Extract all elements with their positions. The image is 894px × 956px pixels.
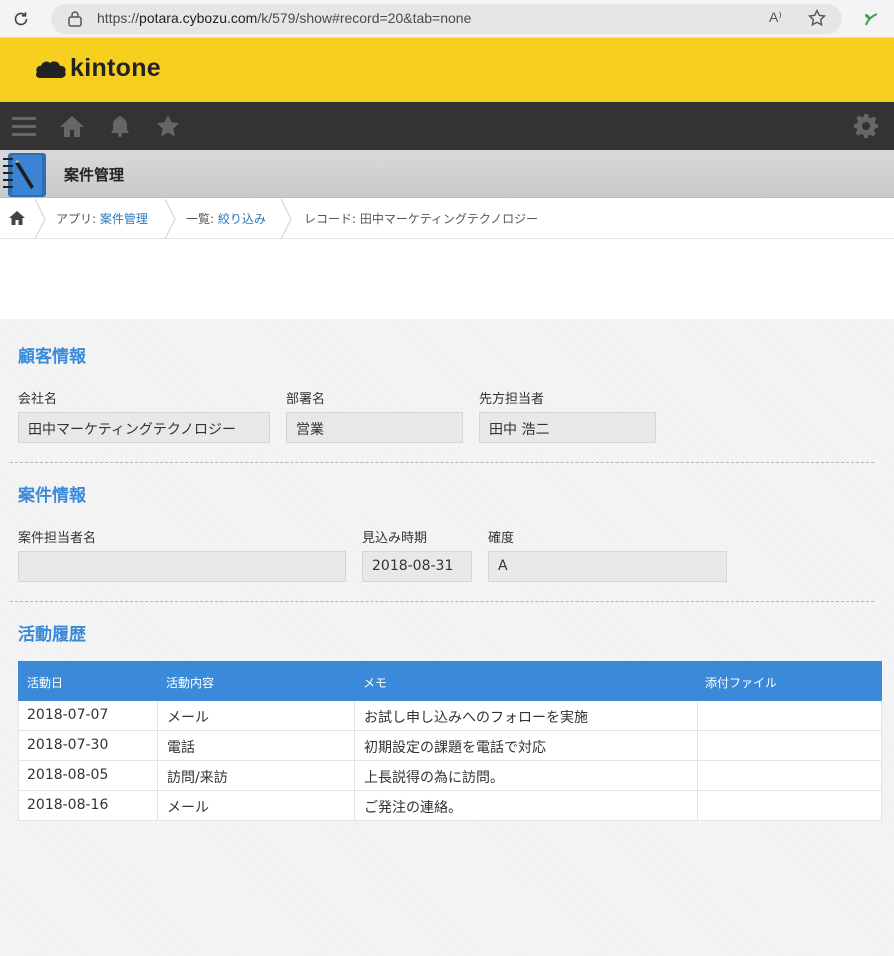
kintone-header: kintone [0, 38, 894, 102]
cell-memo: ご発注の連絡。 [364, 800, 462, 816]
breadcrumb-record: レコード: 田中マーケティングテクノロジー [304, 212, 539, 226]
breadcrumb-list-link[interactable]: 絞り込み [218, 212, 266, 226]
breadcrumb: アプリ: 案件管理 一覧: 絞り込み レコード: 田中マーケティングテクノロジー [0, 199, 894, 239]
url-text[interactable]: https://potara.cybozu.com/k/579/show#rec… [97, 10, 471, 26]
company-value: 田中マーケティングテクノロジー [18, 412, 270, 443]
cell-type: メール [167, 710, 209, 726]
table-row: 2018-07-30 電話 初期設定の課題を電話で対応 [18, 731, 882, 761]
breadcrumb-home-icon[interactable] [9, 210, 27, 228]
breadcrumb-list: 一覧: 絞り込み [186, 210, 266, 227]
kintone-logo-text[interactable]: kintone [70, 54, 161, 83]
app-name: 案件管理 [64, 166, 125, 184]
section-divider [10, 462, 874, 463]
browser-toolbar: https://potara.cybozu.com/k/579/show#rec… [0, 0, 894, 38]
breadcrumb-separator-icon [280, 199, 292, 239]
contact-label: 先方担当者 [479, 392, 545, 407]
breadcrumb-separator-icon [34, 199, 46, 239]
department-value: 営業 [286, 412, 463, 443]
home-icon[interactable] [58, 112, 86, 140]
breadcrumb-app-prefix: アプリ: [56, 212, 100, 226]
certainty-label: 確度 [488, 531, 515, 546]
read-aloud-icon[interactable]: A⁾ [769, 9, 782, 26]
breadcrumb-list-prefix: 一覧: [186, 212, 218, 226]
cell-type: 訪問/来訪 [167, 770, 228, 786]
reload-icon[interactable] [8, 6, 34, 32]
section-title-customer: 顧客情報 [18, 347, 86, 367]
breadcrumb-separator-icon [164, 199, 176, 239]
url-path: /k/579/show#record=20&tab=none [257, 10, 472, 26]
notification-bell-icon[interactable] [106, 112, 134, 140]
activity-table-header: 活動日 活動内容 メモ 添付ファイル [18, 661, 882, 701]
certainty-value: A [488, 551, 727, 582]
department-label: 部署名 [286, 392, 326, 407]
global-navigation [0, 102, 894, 150]
url-host: potara.cybozu.com [139, 10, 258, 26]
expected-date-value: 2018-08-31 [362, 551, 472, 582]
kintone-logo-icon[interactable] [34, 58, 68, 82]
cell-date: 2018-07-07 [27, 707, 109, 723]
deal-owner-label: 案件担当者名 [18, 531, 97, 546]
cell-date: 2018-07-30 [27, 737, 109, 753]
cell-memo: 上長説得の為に訪問。 [364, 770, 504, 786]
breadcrumb-app-link[interactable]: 案件管理 [100, 212, 148, 226]
menu-icon[interactable] [10, 112, 38, 140]
cell-memo: 初期設定の課題を電話で対応 [364, 740, 546, 756]
column-header-date: 活動日 [27, 676, 64, 690]
app-title-bar: 案件管理 [0, 150, 894, 198]
section-title-deal: 案件情報 [18, 486, 86, 506]
notebook-app-icon [0, 151, 50, 199]
table-row: 2018-08-05 訪問/来訪 上長説得の為に訪問。 [18, 761, 882, 791]
breadcrumb-app: アプリ: 案件管理 [56, 210, 148, 227]
column-header-attachment: 添付ファイル [705, 676, 778, 690]
cell-type: 電話 [167, 740, 195, 756]
table-row: 2018-08-16 メール ご発注の連絡。 [18, 791, 882, 821]
table-row: 2018-07-07 メール お試し申し込みへのフォローを実施 [18, 701, 882, 731]
url-prefix: https:// [97, 10, 140, 26]
cell-memo: お試し申し込みへのフォローを実施 [364, 710, 588, 726]
section-title-activity: 活動履歴 [18, 625, 86, 645]
deal-owner-value [18, 551, 346, 582]
cell-type: メール [167, 800, 209, 816]
section-divider [10, 601, 874, 602]
site-info-icon[interactable] [66, 10, 84, 28]
settings-gear-icon[interactable] [852, 112, 880, 140]
expected-date-label: 見込み時期 [362, 531, 428, 546]
column-header-memo: メモ [363, 676, 388, 690]
company-label: 会社名 [18, 392, 58, 407]
cell-date: 2018-08-05 [27, 767, 109, 783]
extension-sprout-icon[interactable] [861, 8, 881, 28]
cell-date: 2018-08-16 [27, 797, 109, 813]
favorite-star-icon[interactable] [807, 8, 827, 28]
column-header-type: 活動内容 [166, 676, 215, 690]
contact-value: 田中 浩二 [479, 412, 656, 443]
favorites-star-icon[interactable] [154, 112, 182, 140]
